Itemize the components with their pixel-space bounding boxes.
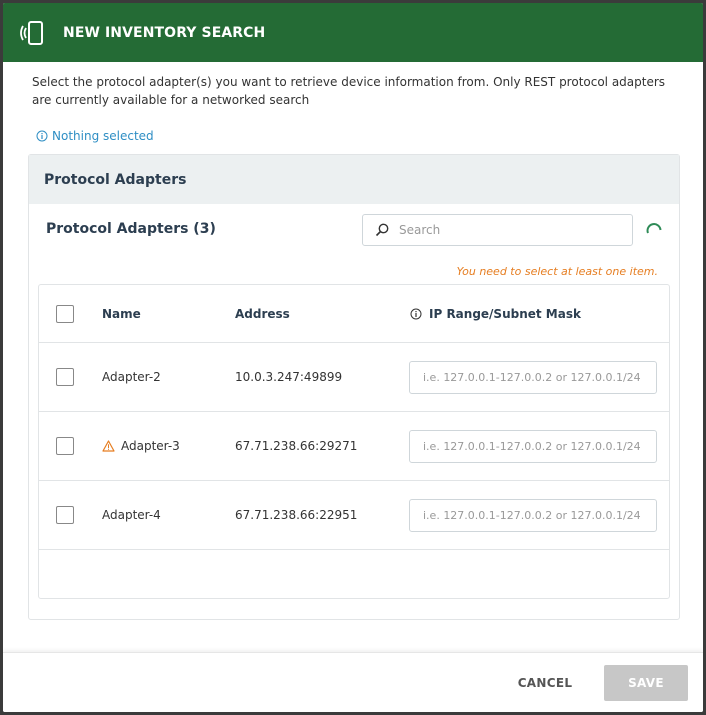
dialog-header: NEW INVENTORY SEARCH xyxy=(3,3,703,62)
protocol-adapters-panel: Protocol Adapters Protocol Adapters (3) … xyxy=(28,154,680,620)
ip-range-header-label: IP Range/Subnet Mask xyxy=(429,306,581,321)
dialog-description: Select the protocol adapter(s) you want … xyxy=(32,75,666,107)
select-all-checkbox[interactable] xyxy=(56,304,74,323)
adapter-name: Adapter-4 xyxy=(102,508,161,522)
table-row: Adapter-2 10.0.3.247:49899 xyxy=(39,343,669,412)
dialog-title: NEW INVENTORY SEARCH xyxy=(63,24,266,41)
row-checkbox[interactable] xyxy=(56,437,74,455)
row-checkbox[interactable] xyxy=(56,506,74,524)
column-header-name: Name xyxy=(102,306,141,321)
panel-header: Protocol Adapters xyxy=(29,155,679,204)
device-signal-icon xyxy=(20,20,43,45)
adapter-address: 67.71.238.66:22951 xyxy=(235,508,358,522)
ip-range-input[interactable] xyxy=(409,498,657,532)
column-header-ip-range: IP Range/Subnet Mask xyxy=(410,307,581,321)
info-icon xyxy=(36,130,48,142)
cancel-button[interactable]: CANCEL xyxy=(505,665,585,701)
table-row: Adapter-4 67.71.238.66:22951 xyxy=(39,481,669,550)
inventory-search-dialog: NEW INVENTORY SEARCH Select the protocol… xyxy=(3,3,703,712)
adapters-count-title: Protocol Adapters (3) xyxy=(46,221,216,237)
table-header-row: Name Address IP Range/Subnet Mask xyxy=(39,285,669,343)
dialog-footer: CANCEL SAVE xyxy=(3,652,703,712)
ip-range-input[interactable] xyxy=(409,360,657,394)
selection-status-text: Nothing selected xyxy=(52,129,154,143)
ip-range-input[interactable] xyxy=(409,429,657,463)
adapter-name: Adapter-3 xyxy=(121,439,180,453)
table-row: Adapter-3 67.71.238.66:29271 xyxy=(39,412,669,481)
search-input[interactable] xyxy=(399,223,619,237)
validation-message: You need to select at least one item. xyxy=(456,265,658,278)
adapters-table: Name Address IP Range/Subnet Mask Adapte… xyxy=(38,284,670,599)
search-box xyxy=(362,214,633,246)
adapter-name-cell: Adapter-3 xyxy=(102,439,180,453)
warning-icon xyxy=(102,440,115,452)
adapter-name: Adapter-2 xyxy=(102,370,161,384)
loading-spinner-icon xyxy=(646,223,662,234)
row-checkbox[interactable] xyxy=(56,368,74,386)
info-icon xyxy=(410,308,422,319)
adapter-address: 67.71.238.66:29271 xyxy=(235,439,358,453)
selection-status: Nothing selected xyxy=(36,129,154,143)
column-header-address: Address xyxy=(235,306,290,321)
search-icon xyxy=(375,223,389,237)
save-button[interactable]: SAVE xyxy=(604,665,688,701)
adapter-address: 10.0.3.247:49899 xyxy=(235,370,343,384)
